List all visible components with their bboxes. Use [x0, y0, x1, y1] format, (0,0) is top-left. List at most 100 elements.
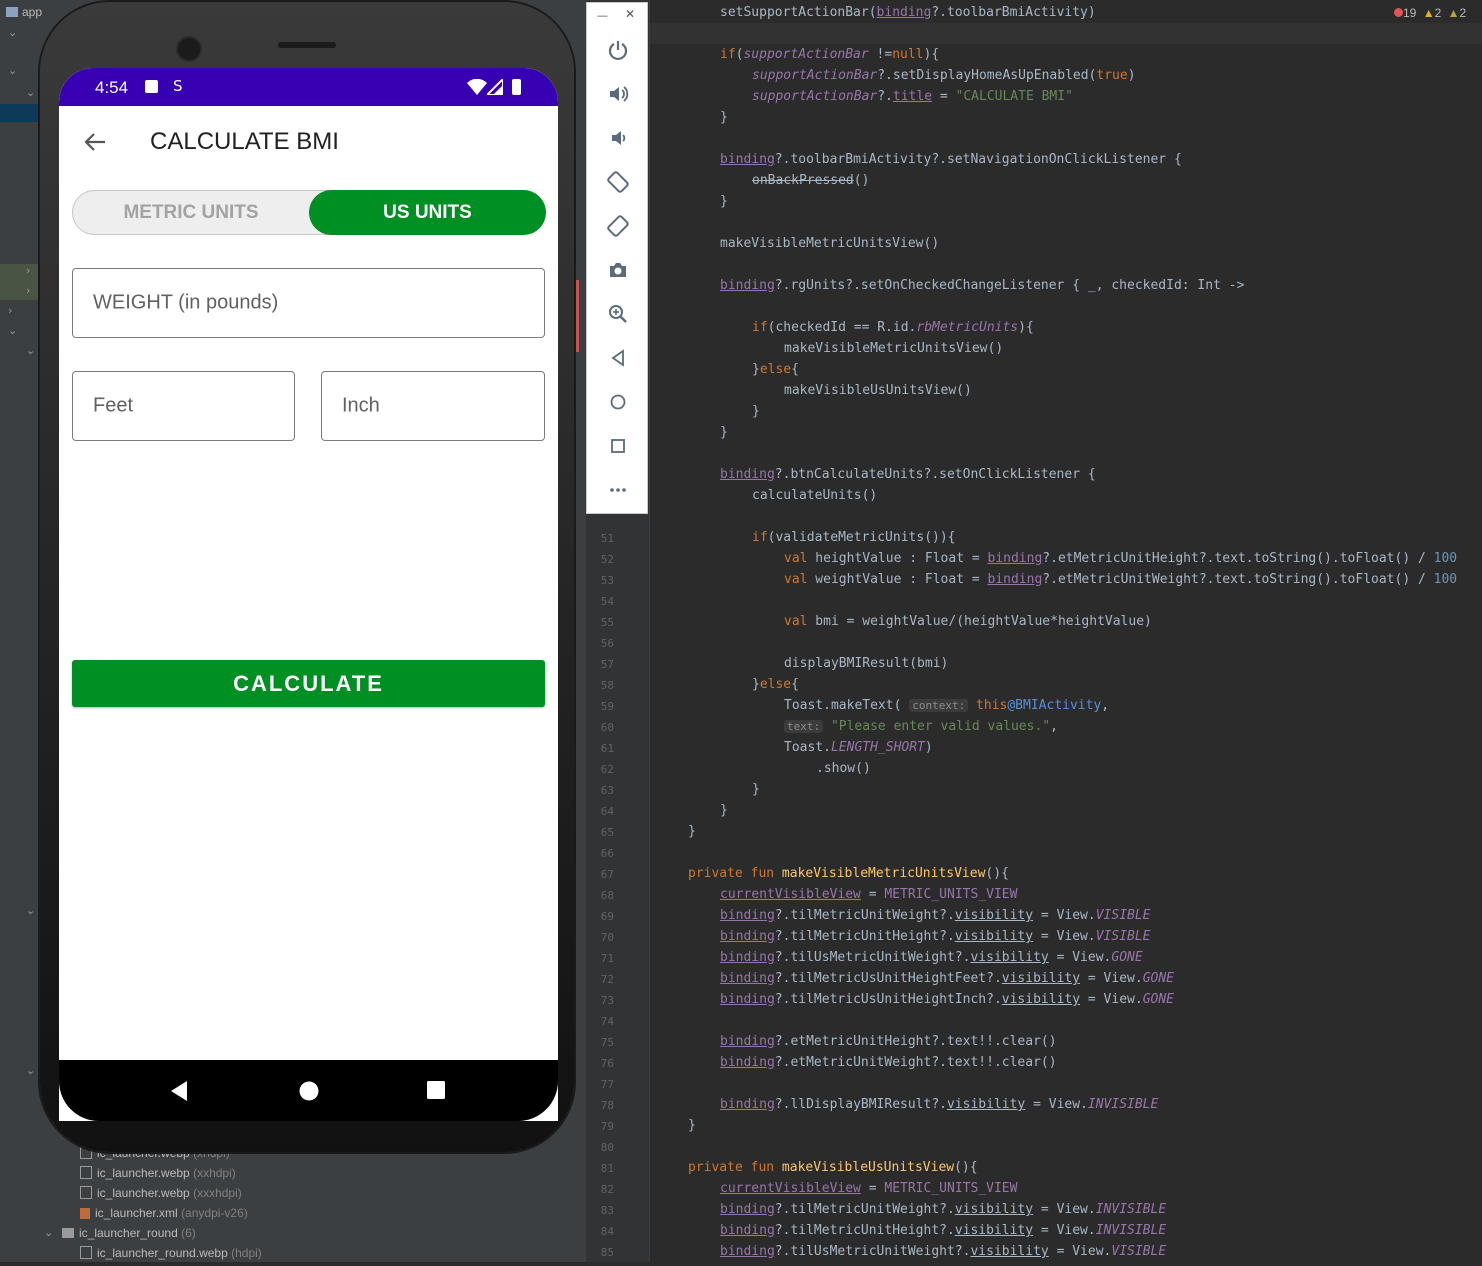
inch-input[interactable]: Inch: [321, 371, 545, 441]
tree-item[interactable]: ic_launcher_round (6): [62, 1226, 196, 1246]
line-number: 51: [600, 532, 614, 545]
code-line: binding?.tilUsMetricUnitWeight?.visibili…: [720, 950, 1143, 965]
line-number: 77: [600, 1078, 614, 1091]
sim-icon: S: [173, 77, 183, 95]
toolbar-title: CALCULATE BMI: [150, 128, 339, 155]
code-line: binding?.tilMetricUnitHeight?.visibility…: [720, 929, 1151, 944]
line-number: 78: [600, 1099, 614, 1112]
code-line: val weightValue : Float = binding?.etMet…: [784, 572, 1458, 587]
line-number: 66: [600, 847, 614, 860]
chevron-down-icon[interactable]: ⌄: [8, 64, 17, 77]
chevron-down-icon[interactable]: ⌄: [8, 26, 17, 39]
code-line: }: [688, 1118, 696, 1133]
us-units-tab[interactable]: US UNITS: [309, 190, 546, 235]
code-line: makeVisibleMetricUnitsView(): [720, 236, 940, 251]
code-line: val bmi = weightValue/(heightValue*heigh…: [784, 614, 1152, 629]
rotate-left-icon[interactable]: [603, 167, 633, 197]
nav-home-icon[interactable]: [298, 1080, 320, 1102]
camera-lens: [176, 36, 202, 62]
code-line: calculateUnits(): [752, 488, 878, 503]
code-line: val heightValue : Float = binding?.etMet…: [784, 551, 1458, 566]
tree-item[interactable]: ic_launcher_round.webp (hdpi): [80, 1246, 262, 1266]
line-number: 80: [600, 1141, 614, 1154]
weight-input[interactable]: WEIGHT (in pounds): [72, 268, 545, 338]
inspection-widget[interactable]: 19 ▲2 ▲2: [1394, 6, 1466, 20]
rotate-right-icon[interactable]: [603, 211, 633, 241]
tree-item[interactable]: ic_launcher.webp (xxhdpi): [80, 1166, 236, 1186]
line-number: 65: [600, 826, 614, 839]
code-line: binding?.tilMetricUsUnitHeightInch?.visi…: [720, 992, 1174, 1007]
chevron-down-icon[interactable]: ⌄: [26, 904, 35, 917]
selected-row[interactable]: [0, 104, 40, 122]
status-time: 4:54: [95, 78, 129, 97]
code-line: binding?.tilMetricUnitHeight?.visibility…: [720, 1223, 1167, 1238]
error-icon: [1394, 8, 1403, 17]
line-number: 67: [600, 868, 614, 881]
nav-back-icon[interactable]: [169, 1080, 189, 1102]
chevron-right-icon[interactable]: ›: [8, 304, 12, 317]
inch-hint: Inch: [342, 394, 380, 417]
code-line: private fun makeVisibleUsUnitsView(){: [688, 1160, 978, 1175]
chevron-right-icon[interactable]: ›: [26, 284, 30, 297]
overview-icon[interactable]: [603, 431, 633, 461]
code-line: supportActionBar?.title = "CALCULATE BMI…: [752, 89, 1073, 104]
image-file-icon: [80, 1186, 92, 1199]
power-icon[interactable]: [603, 35, 633, 65]
metric-units-tab[interactable]: METRIC UNITS: [73, 191, 309, 234]
more-icon[interactable]: [603, 475, 633, 505]
line-number: 85: [600, 1246, 614, 1259]
line-number: 59: [600, 700, 614, 713]
chevron-down-icon[interactable]: ⌄: [8, 324, 17, 337]
code-line: binding?.etMetricUnitHeight?.text!!.clea…: [720, 1034, 1057, 1049]
calculate-button[interactable]: CALCULATE: [72, 660, 545, 707]
zoom-icon[interactable]: [603, 299, 633, 329]
home-icon[interactable]: [603, 387, 633, 417]
volume-down-icon[interactable]: [603, 123, 633, 153]
back-arrow-icon[interactable]: [83, 132, 107, 152]
current-line-highlight: [650, 23, 1482, 44]
code-line: }: [720, 194, 728, 209]
line-number: 76: [600, 1057, 614, 1070]
code-line: text: "Please enter valid values.",: [784, 716, 1058, 737]
project-root[interactable]: app: [6, 5, 42, 25]
weak-warning-icon: ▲: [1447, 6, 1460, 20]
code-line: private fun makeVisibleMetricUnitsView()…: [688, 866, 1009, 881]
scrollbar-marker: [575, 280, 579, 352]
line-number: 56: [600, 637, 614, 650]
notification-icon: [145, 80, 158, 93]
tree-item[interactable]: ic_launcher.webp (xxxhdpi): [80, 1186, 242, 1206]
code-line: }: [752, 782, 760, 797]
code-line: onBackPressed(): [752, 173, 870, 188]
line-number: 58: [600, 679, 614, 692]
code-line: setSupportActionBar(binding?.toolbarBmiA…: [720, 5, 1096, 20]
chevron-down-icon[interactable]: ⌄: [26, 1064, 35, 1077]
code-line: displayBMIResult(bmi): [784, 656, 949, 671]
feet-input[interactable]: Feet: [72, 371, 295, 441]
code-line: binding?.btnCalculateUnits?.setOnClickLi…: [720, 467, 1096, 482]
line-number: 79: [600, 1120, 614, 1133]
back-icon[interactable]: [603, 343, 633, 373]
chevron-down-icon[interactable]: ⌄: [44, 1226, 53, 1239]
line-number: 84: [600, 1225, 614, 1238]
line-number: 82: [600, 1183, 614, 1196]
camera-icon[interactable]: [603, 255, 633, 285]
emulator-toolbar: — ✕: [586, 2, 648, 514]
code-line: binding?.toolbarBmiActivity?.setNavigati…: [720, 152, 1182, 167]
line-number: 74: [600, 1015, 614, 1028]
chevron-down-icon[interactable]: ⌄: [26, 344, 35, 357]
volume-up-icon[interactable]: [603, 79, 633, 109]
close-icon[interactable]: ✕: [625, 7, 635, 21]
chevron-right-icon[interactable]: ›: [26, 264, 30, 277]
tree-item[interactable]: ic_launcher.xml (anydpi-v26): [80, 1206, 248, 1226]
line-number: 68: [600, 889, 614, 902]
nav-overview-icon[interactable]: [426, 1080, 446, 1100]
line-number: 52: [600, 553, 614, 566]
code-line: binding?.etMetricUnitWeight?.text!!.clea…: [720, 1055, 1057, 1070]
chevron-down-icon[interactable]: ⌄: [26, 86, 35, 99]
line-number: 81: [600, 1162, 614, 1175]
image-file-icon: [80, 1166, 92, 1179]
folder-icon: [6, 7, 18, 17]
code-line: }: [752, 404, 760, 419]
minimize-icon[interactable]: —: [597, 9, 608, 22]
code-line: }: [720, 803, 728, 818]
